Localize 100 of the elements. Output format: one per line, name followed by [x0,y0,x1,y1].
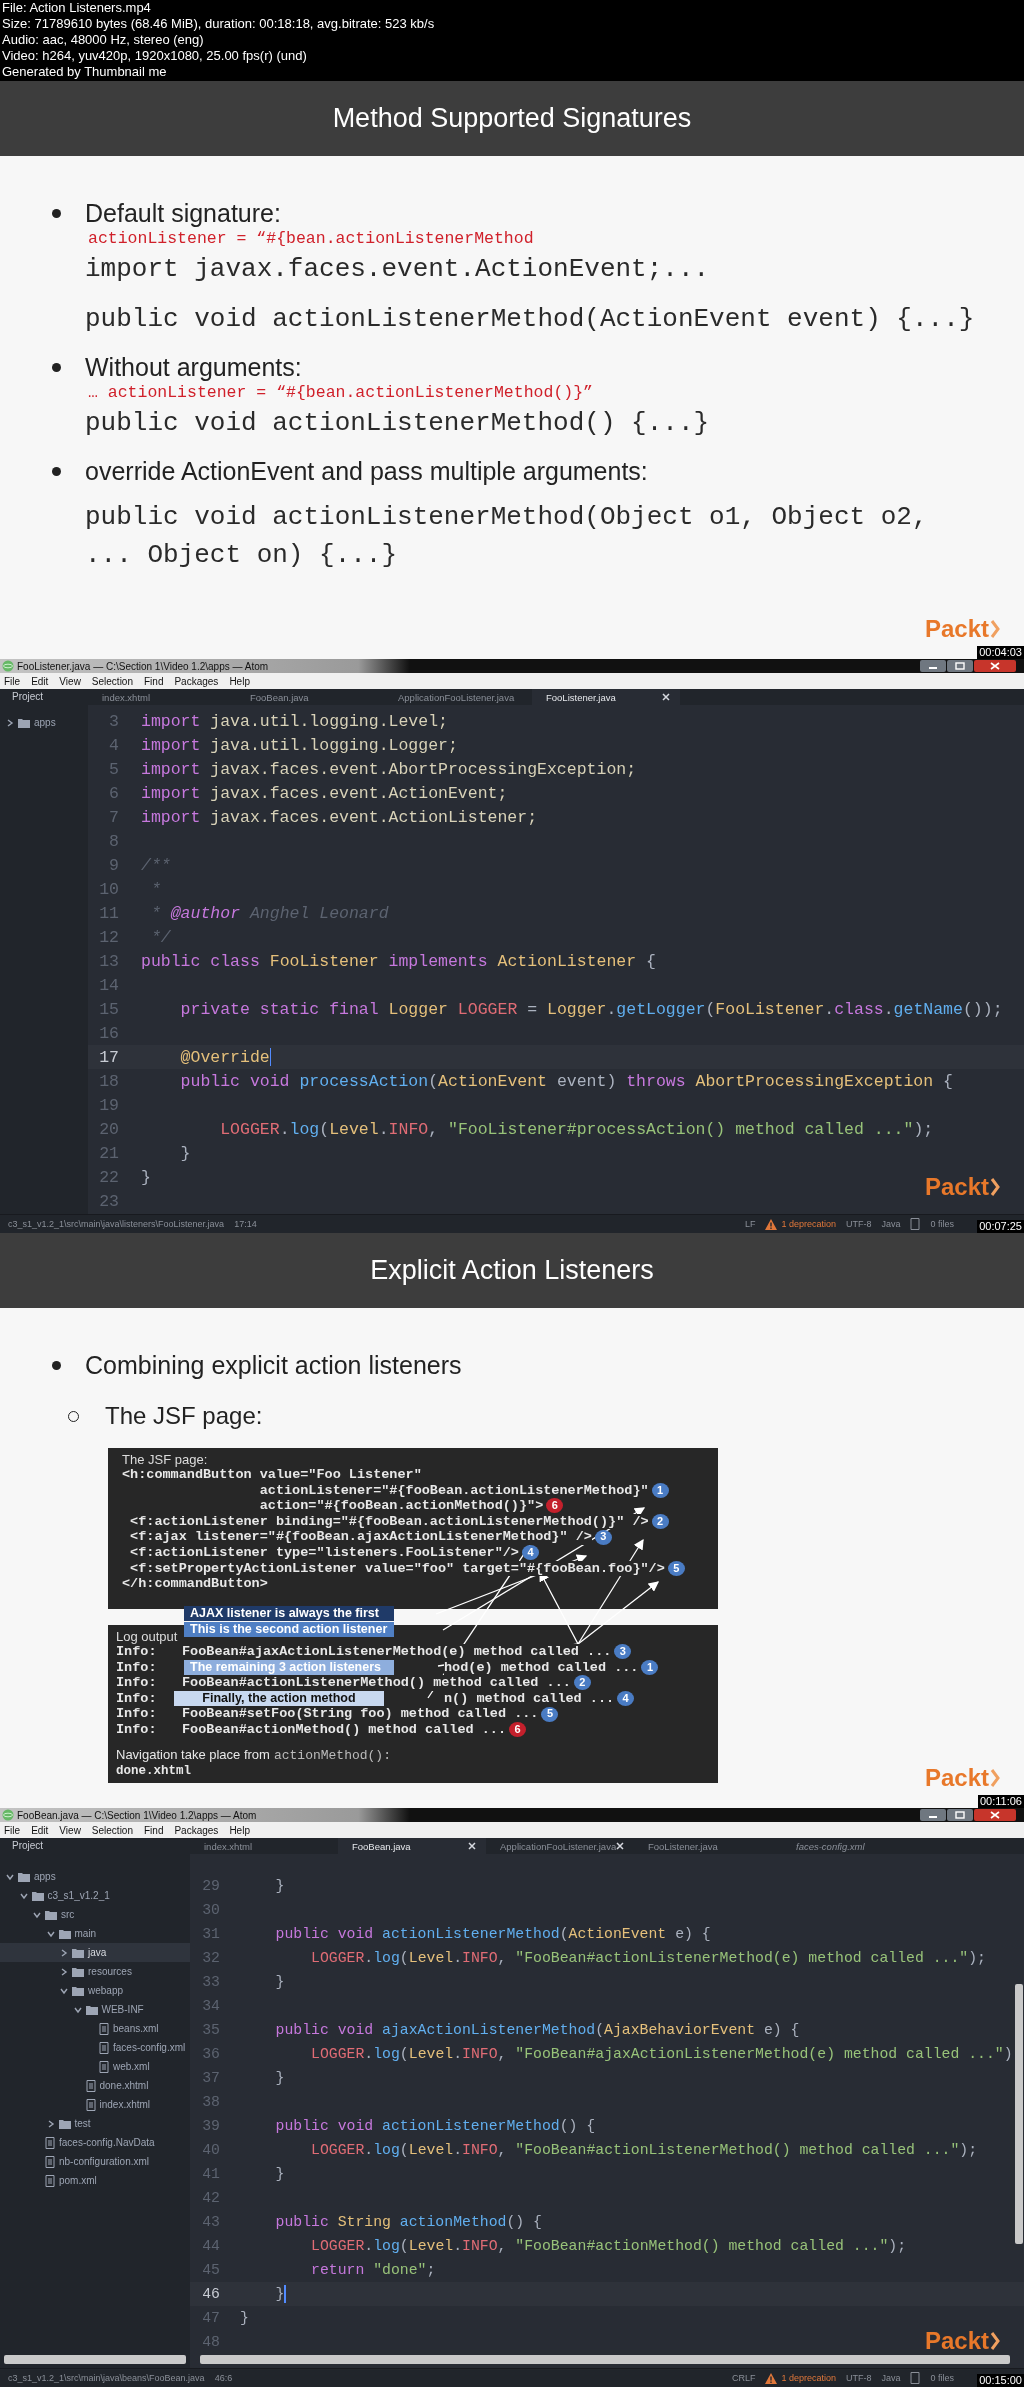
folder-icon [72,1985,84,1996]
editor-tab[interactable]: ApplicationFooListener.java [486,1838,634,1854]
line-number: 10 [98,879,120,899]
scrollbar[interactable] [4,2355,186,2364]
menu-item[interactable]: Selection [91,1824,133,1836]
app-icon [2,660,14,672]
tree-item[interactable]: beans.xml [0,2019,190,2038]
tree-item[interactable]: main [0,1924,190,1943]
code-line: } [274,2166,285,2182]
tree-item[interactable]: WEB-INF [0,2000,190,2019]
maximize-icon[interactable] [947,660,973,672]
tree-item[interactable]: apps [0,1867,190,1886]
tree-item[interactable]: faces-config.NavData [0,2133,190,2152]
tree-item[interactable]: apps [0,713,88,732]
editor-tab[interactable]: index.xhtml [88,689,236,705]
line-number: 43 [201,2214,221,2230]
step-badge: 2 [573,1675,591,1691]
line-number: 39 [201,2118,221,2134]
menu-item[interactable]: Find [144,1824,164,1836]
tree-item[interactable]: pom.xml [0,2171,190,2190]
scrollbar[interactable] [1015,1984,1023,2244]
folder-icon [85,2004,98,2015]
code-line: import javax.faces.event.ActionEvent; [141,783,508,803]
menu-item[interactable]: Find [144,675,164,687]
menu-item[interactable]: Packages [174,1824,219,1836]
step-badge: 6 [546,1498,564,1514]
line-number: 33 [201,1974,221,1990]
close-icon[interactable] [468,1842,476,1850]
line-ending[interactable]: LF [744,1219,756,1229]
maximize-icon[interactable] [947,1809,973,1821]
tree-item[interactable]: src [0,1905,190,1924]
changed-files[interactable]: 0 files [930,1219,954,1229]
line-number: 18 [98,1071,120,1091]
log-message: FooBean#setFoo(String foo) method called ... [182,1706,539,1722]
file-icon [45,2136,55,2149]
warning-count[interactable]: 1 deprecation [781,2373,836,2383]
step-badge: 1 [651,1482,669,1498]
code-line: } [274,1974,285,1990]
menu-item[interactable]: Edit [31,1824,49,1836]
slide-title: Method Supported Signatures [332,103,692,134]
menu-item[interactable]: Help [229,675,250,687]
tree-item[interactable]: nb-configuration.xml [0,2152,190,2171]
menu-item[interactable]: Edit [31,675,49,687]
encoding[interactable]: UTF-8 [845,2373,872,2383]
editor-tab[interactable]: faces-config.xml [782,1838,930,1854]
close-icon[interactable] [974,1809,1016,1821]
minimize-icon[interactable] [920,1809,946,1821]
menu-item[interactable]: View [59,675,81,687]
editor-tab[interactable]: index.xhtml [190,1838,338,1854]
scrollbar[interactable] [200,2355,1010,2364]
line-ending[interactable]: CRLF [731,2373,756,2383]
editor-tab[interactable]: ApplicationFooListener.java [384,689,532,705]
close-icon[interactable] [974,660,1016,672]
line-number: 4 [108,735,120,755]
close-icon[interactable] [616,1842,625,1850]
file-path[interactable]: c3_s1_v1.2_1\src\main\java\listeners\FooListener.java [8,1219,225,1229]
changed-files[interactable]: 0 files [930,2373,954,2383]
code-line: public void actionListenerMethod(ActionEvent e) { [274,1926,711,1942]
menu-item[interactable]: Help [229,1824,250,1836]
menu-item[interactable]: File [4,1824,21,1836]
bullet-dot [52,208,61,218]
cursor-position[interactable]: 46:6 [214,2373,233,2383]
tree-item[interactable]: test [0,2114,190,2133]
folder-icon [72,1966,84,1977]
tree-item[interactable]: resources [0,1962,190,1981]
tree-item[interactable]: c3_s1_v1.2_1 [0,1886,190,1905]
code-line: } [141,1167,151,1187]
tree-item[interactable]: web.xml [0,2057,190,2076]
line-number: 6 [108,783,120,803]
grammar[interactable]: Java [881,1219,901,1229]
callout-label: AJAX listener is always the first [184,1606,394,1621]
grammar[interactable]: Java [881,2373,901,2383]
menu-item[interactable]: Packages [174,675,219,687]
tree-item[interactable]: webapp [0,1981,190,2000]
menu-item[interactable]: Selection [91,675,133,687]
info-line: File: Action Listeners.mp4 [2,0,152,16]
tree-item[interactable]: index.xhtml [0,2095,190,2114]
editor-tab[interactable]: FooBean.java [236,689,384,705]
editor-tab[interactable]: FooListener.java [532,689,680,705]
menu-item[interactable]: File [4,675,21,687]
chevron-icon [990,619,1000,639]
file-path[interactable]: c3_s1_v1.2_1\src\main\java\beans\FooBean.java [8,2373,205,2383]
editor-tab[interactable]: FooBean.java [338,1838,486,1854]
close-icon[interactable] [662,693,670,701]
line-number: 41 [201,2166,221,2182]
line-number: 34 [201,1998,221,2014]
tree-item[interactable]: faces-config.xml [0,2038,190,2057]
panel-title: Project [11,690,44,704]
cursor-position[interactable]: 17:14 [234,1219,257,1229]
info-line: Generated by Thumbnail me [2,64,168,80]
encoding[interactable]: UTF-8 [845,1219,872,1229]
tree-item[interactable]: done.xhtml [0,2076,190,2095]
minimize-icon[interactable] [920,660,946,672]
menu-item[interactable]: View [59,1824,81,1836]
editor-tab[interactable]: FooListener.java [634,1838,782,1854]
tree-item[interactable]: java [0,1943,190,1962]
file-icon [910,1218,921,1230]
warning-count[interactable]: 1 deprecation [781,1219,836,1229]
code-line: public class FooListener implements ActionListener { [141,951,656,971]
file-icon [99,2041,109,2054]
